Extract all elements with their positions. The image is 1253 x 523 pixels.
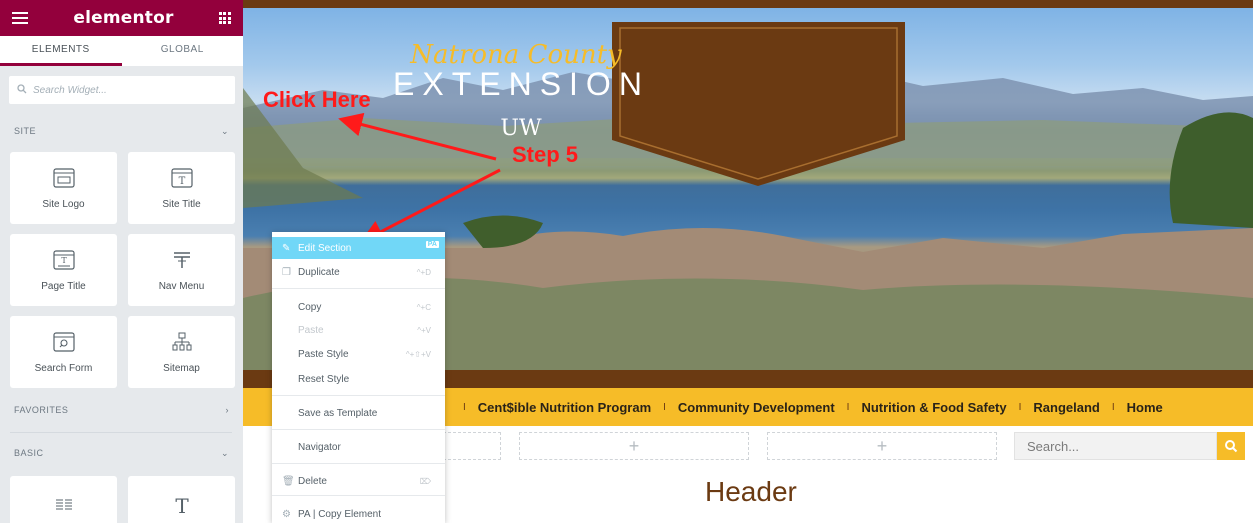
nav-menu-icon bbox=[171, 249, 193, 271]
menu-item-paste[interactable]: Paste ^+V bbox=[272, 319, 445, 341]
nav-item-rangeland[interactable]: Rangeland bbox=[1033, 400, 1099, 415]
chevron-down-icon: ⌄ bbox=[220, 447, 229, 458]
annotation-click-here: Click Here bbox=[263, 87, 371, 112]
widget-heading[interactable]: T bbox=[128, 476, 235, 523]
site-search-input[interactable]: Search... bbox=[1014, 432, 1217, 460]
svg-text:T: T bbox=[61, 256, 67, 265]
trash-icon: 🗑 bbox=[282, 475, 295, 487]
chevron-down-icon: ⌄ bbox=[220, 125, 229, 136]
widget-label: Page Title bbox=[41, 280, 86, 292]
widget-page-title[interactable]: T Page Title bbox=[10, 234, 117, 306]
search-icon bbox=[1225, 440, 1238, 453]
menu-item-edit-section[interactable]: ✎ Edit Section PA bbox=[272, 237, 445, 259]
nav-separator: I bbox=[663, 401, 666, 413]
chevron-right-icon: › bbox=[225, 405, 229, 415]
nav-separator: I bbox=[1018, 401, 1022, 413]
top-brown-bar bbox=[243, 0, 1253, 8]
empty-column-placeholder[interactable] bbox=[443, 432, 501, 460]
site-title-icon: T bbox=[170, 167, 193, 189]
add-widget-placeholder[interactable]: + bbox=[767, 432, 997, 460]
copy-icon: ❐ bbox=[282, 266, 291, 278]
gear-icon: ⚙ bbox=[282, 508, 291, 520]
elementor-panel: elementor ELEMENTS GLOBAL Search Widget.… bbox=[0, 0, 243, 523]
nav-item-community[interactable]: Community Development bbox=[678, 400, 835, 415]
panel-tabs: ELEMENTS GLOBAL bbox=[0, 36, 243, 66]
nav-separator: I bbox=[1111, 401, 1115, 413]
menu-item-navigator[interactable]: Navigator bbox=[272, 436, 445, 458]
panel-header: elementor bbox=[0, 0, 243, 36]
divider bbox=[272, 463, 445, 464]
divider bbox=[272, 395, 445, 396]
menu-item-duplicate[interactable]: ❐ Duplicate ^+D bbox=[272, 261, 445, 283]
page-title-icon: T bbox=[52, 249, 75, 271]
site-logo-icon bbox=[52, 167, 75, 189]
widget-sitemap[interactable]: Sitemap bbox=[128, 316, 235, 388]
nav-item-centsible[interactable]: Cent$ible Nutrition Program bbox=[478, 400, 651, 415]
widget-nav-menu[interactable]: Nav Menu bbox=[128, 234, 235, 306]
tab-global[interactable]: GLOBAL bbox=[122, 36, 244, 66]
widget-site-title[interactable]: T Site Title bbox=[128, 152, 235, 224]
heading-icon: T bbox=[171, 495, 193, 517]
nav-separator: I bbox=[846, 401, 850, 413]
divider bbox=[272, 288, 445, 289]
add-widget-placeholder[interactable]: + bbox=[519, 432, 749, 460]
svg-text:T: T bbox=[175, 496, 189, 516]
category-favorites-label: FAVORITES bbox=[14, 405, 69, 415]
elementor-logo: elementor bbox=[73, 8, 174, 28]
menu-item-paste-style[interactable]: Paste Style ^+⇧+V bbox=[272, 343, 445, 365]
widget-label: Search Form bbox=[34, 362, 93, 374]
page-heading: Header bbox=[705, 476, 797, 507]
search-form-icon bbox=[52, 331, 75, 353]
widget-label: Site Title bbox=[162, 198, 201, 210]
logo-line3: UW bbox=[500, 116, 542, 141]
widget-inner-section[interactable] bbox=[10, 476, 117, 523]
screen: elementor ELEMENTS GLOBAL Search Widget.… bbox=[0, 0, 1253, 523]
widget-search-form[interactable]: Search Form bbox=[10, 316, 117, 388]
nav-item-nutrition[interactable]: Nutrition & Food Safety bbox=[861, 400, 1006, 415]
category-site-label: SITE bbox=[14, 126, 37, 136]
menu-item-pa-copy-element[interactable]: ⚙ PA | Copy Element bbox=[272, 503, 445, 523]
category-basic[interactable]: BASIC ⌄ bbox=[0, 442, 243, 464]
menu-item-copy[interactable]: Copy ^+C bbox=[272, 296, 445, 318]
search-icon bbox=[17, 83, 27, 97]
menu-item-delete[interactable]: 🗑 Delete ⌦ bbox=[272, 470, 445, 492]
widget-search-input[interactable]: Search Widget... bbox=[9, 76, 235, 104]
divider bbox=[272, 429, 445, 430]
widget-label: Sitemap bbox=[163, 362, 200, 374]
pencil-icon: ✎ bbox=[282, 242, 291, 254]
svg-text:T: T bbox=[178, 176, 185, 187]
category-basic-label: BASIC bbox=[14, 448, 44, 458]
pa-badge: PA bbox=[425, 241, 439, 248]
nav-item-home[interactable]: Home bbox=[1127, 400, 1163, 415]
annotation-step-5: Step 5 bbox=[512, 142, 579, 167]
sitemap-icon bbox=[171, 331, 193, 353]
widget-site-logo[interactable]: Site Logo bbox=[10, 152, 117, 224]
divider bbox=[10, 432, 232, 433]
extension-logo-badge bbox=[612, 22, 905, 186]
category-favorites[interactable]: FAVORITES › bbox=[0, 399, 243, 421]
category-site[interactable]: SITE ⌄ bbox=[0, 120, 243, 142]
columns-icon bbox=[53, 495, 75, 517]
nav-separator: I bbox=[463, 401, 466, 413]
search-button[interactable] bbox=[1217, 432, 1245, 460]
widget-label: Site Logo bbox=[42, 198, 85, 210]
tab-elements[interactable]: ELEMENTS bbox=[0, 36, 122, 66]
search-placeholder: Search Widget... bbox=[33, 84, 107, 96]
widgets-grid-icon[interactable] bbox=[218, 12, 231, 24]
menu-item-reset-style[interactable]: Reset Style bbox=[272, 368, 445, 390]
context-menu: ✎ Edit Section PA ❐ Duplicate ^+D Copy ^… bbox=[272, 232, 445, 523]
logo-line2: EXTENSION bbox=[393, 66, 650, 102]
widget-label: Nav Menu bbox=[158, 280, 205, 292]
menu-icon[interactable] bbox=[12, 12, 28, 24]
menu-item-save-template[interactable]: Save as Template bbox=[272, 402, 445, 424]
divider bbox=[272, 495, 445, 496]
